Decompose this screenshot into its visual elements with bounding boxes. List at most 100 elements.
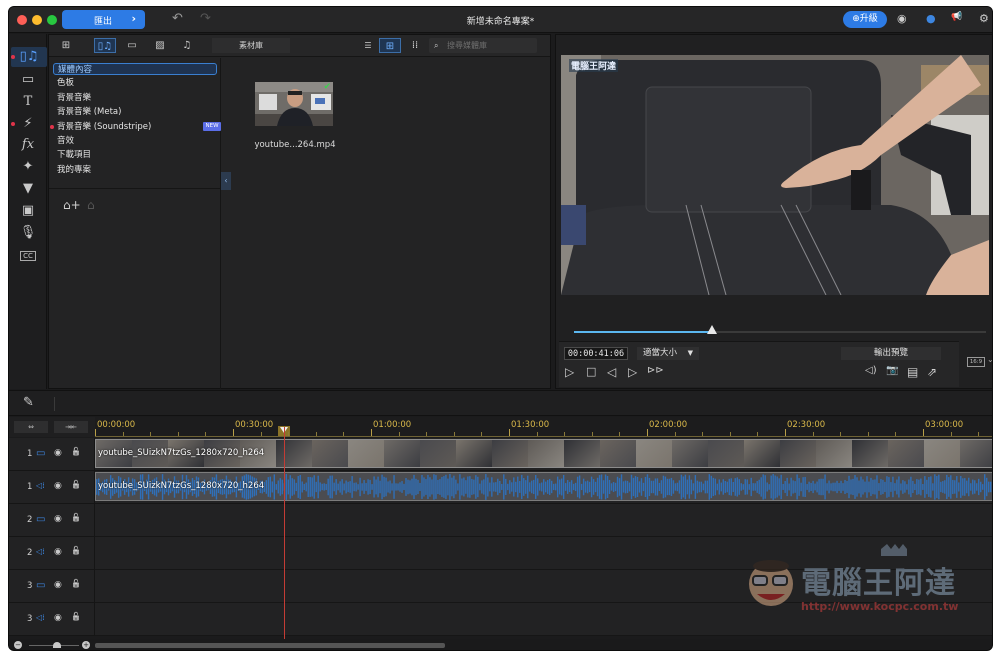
category-item[interactable]: 我的專案 <box>53 164 217 176</box>
remove-tag-icon[interactable]: ⌂ <box>87 198 95 212</box>
category-item[interactable]: 下載項目 <box>53 149 217 161</box>
list-view-icon[interactable]: ☰ <box>357 38 379 53</box>
eye-visibility-icon[interactable]: ◉ <box>54 448 62 458</box>
track-lane-video-1[interactable]: youtube_SUizkN7tzGs_1280x720_h264 <box>95 438 992 471</box>
filter-video-icon[interactable]: ▭ <box>121 38 143 53</box>
category-label: 背景音樂 (Soundstripe) <box>57 121 152 132</box>
collapse-panel-button[interactable]: ‹ <box>221 172 231 190</box>
audio-track-icon[interactable]: ◁⁞ <box>36 613 45 622</box>
search-input[interactable]: ⌕ 搜尋媒體庫 <box>429 38 537 53</box>
media-library-panel: ⊞ ▯♫ ▭ ▨ ♫ 素材庫 ☰ ⊞ ⁞⁞ ⌕ 搜尋媒體庫 ⌂+ ⌂ 媒體內容色… <box>48 34 551 389</box>
notification-dot <box>11 55 15 59</box>
audio-track-icon[interactable]: ◁⁞ <box>36 547 45 556</box>
next-frame-icon[interactable]: ▷ <box>628 365 637 379</box>
zoom-out-icon[interactable]: − <box>14 641 22 649</box>
import-media-icon[interactable]: ⊞ <box>55 38 77 53</box>
chevron-down-icon[interactable]: ⌄ <box>987 355 992 364</box>
playhead-line[interactable] <box>284 427 285 639</box>
rail-item-particle[interactable]: ▼ <box>15 179 41 199</box>
category-item[interactable]: 色板 <box>53 77 217 89</box>
filter-all-media-icon[interactable]: ▯♫ <box>94 38 116 53</box>
rail-item-pip[interactable]: ▣ <box>15 201 41 221</box>
clip-name: youtube_SUizkN7tzGs_1280x720_h264 <box>98 448 265 458</box>
previous-frame-icon[interactable]: ◁ <box>607 365 616 379</box>
audio-clip[interactable]: youtube_SUizkN7tzGs_1280x720_h264 <box>95 472 992 501</box>
eye-visibility-icon[interactable]: ◉ <box>54 481 62 491</box>
rail-item-voiceover[interactable]: 🎙 <box>15 223 41 243</box>
account-icon[interactable]: ◉ <box>897 12 907 25</box>
grid-view-icon[interactable]: ⊞ <box>379 38 401 53</box>
zoom-slider-handle[interactable] <box>53 642 61 648</box>
track-lane-audio-1[interactable]: youtube_SUizkN7tzGs_1280x720_h264 <box>95 471 992 504</box>
eye-visibility-icon[interactable]: ◉ <box>54 613 62 623</box>
filter-audio-icon[interactable]: ♫ <box>176 38 198 53</box>
filter-image-icon[interactable]: ▨ <box>149 38 171 53</box>
upgrade-button[interactable]: ⊕升級 <box>843 11 887 28</box>
timecode-display[interactable]: 00:00:41:06 <box>564 347 628 360</box>
lock-icon[interactable]: 🔓 <box>71 513 81 522</box>
lock-icon[interactable]: 🔓 <box>71 612 81 621</box>
rail-item-media[interactable]: ▯♫ <box>11 47 47 67</box>
timeline-ruler[interactable]: 00:00:00 00:30:00 01:00:00 01:30:00 02:00:00… <box>95 417 992 437</box>
video-track-icon[interactable]: ▭ <box>36 514 45 525</box>
dropdown-arrow-icon: ▼ <box>687 349 693 357</box>
eye-visibility-icon[interactable]: ◉ <box>54 580 62 590</box>
category-item[interactable]: 背景音樂 (Meta) <box>53 106 217 118</box>
category-label: 色板 <box>57 78 75 89</box>
category-item[interactable]: 背景音樂 (Soundstripe) NEW <box>53 121 221 133</box>
rail-item-subtitle[interactable]: CC <box>15 245 41 265</box>
add-tag-icon[interactable]: ⌂+ <box>63 198 81 212</box>
eye-visibility-icon[interactable]: ◉ <box>54 514 62 524</box>
rail-item-effects[interactable]: fx <box>15 135 41 155</box>
horizontal-scrollbar[interactable] <box>95 643 445 648</box>
category-item[interactable]: 音效 <box>53 135 217 147</box>
video-track-icon[interactable]: ▭ <box>36 580 45 591</box>
play-icon[interactable]: ▷ <box>565 365 574 379</box>
lock-icon[interactable]: 🔓 <box>71 447 81 456</box>
subtitle-icon[interactable]: ▤ <box>907 365 918 379</box>
pen-edit-icon[interactable]: ✎ <box>23 395 34 410</box>
settings-gear-icon[interactable]: ⚙ <box>979 12 989 25</box>
notification-bell-icon[interactable]: ● <box>926 12 936 25</box>
output-preview-button[interactable]: 輸出預覽 <box>841 347 941 360</box>
fit-timeline-button[interactable]: ⇔ <box>14 421 48 433</box>
title-bar: 匯出 › ↶ ↷ 新增未命名專案* ⊕升級 ◉ ● 📢 ⚙ <box>9 7 992 33</box>
video-track-icon[interactable]: ▭ <box>36 448 45 459</box>
ruler-label: 02:00:00 <box>649 420 688 430</box>
snapshot-camera-icon[interactable]: 📷 <box>886 365 898 376</box>
lock-icon[interactable]: 🔓 <box>71 480 81 489</box>
audio-track-icon[interactable]: ◁⁞ <box>36 481 45 490</box>
preview-scrubber[interactable] <box>574 325 986 334</box>
category-item[interactable]: 媒體內容 <box>53 63 217 75</box>
imported-check-icon: ✔ <box>323 82 331 92</box>
split-clip-button[interactable]: ⇥⇤ <box>54 421 88 433</box>
popout-window-icon[interactable]: ⇗ <box>927 365 937 379</box>
zoom-in-icon[interactable]: + <box>82 641 90 649</box>
clip-name: youtube_SUizkN7tzGs_1280x720_h264 <box>98 481 265 491</box>
track-header-video-3: 3 ▭ ◉ 🔓 <box>9 570 95 603</box>
volume-icon[interactable]: ◁) <box>865 365 877 376</box>
track-lane-video-2[interactable] <box>95 504 992 537</box>
rail-item-title[interactable]: T <box>15 92 41 112</box>
lock-icon[interactable]: 🔓 <box>71 579 81 588</box>
rail-item-transition[interactable]: ⚡ <box>15 114 41 134</box>
tab-media-library[interactable]: 素材庫 <box>212 38 290 53</box>
media-thumbnail[interactable]: ✔ <box>255 82 333 126</box>
lock-icon[interactable]: 🔓 <box>71 546 81 555</box>
clip-frame <box>564 440 600 467</box>
stop-icon[interactable]: □ <box>586 365 596 378</box>
zoom-fit-select[interactable]: 適當大小 ▼ <box>637 347 699 360</box>
rail-item-templates[interactable]: ▭ <box>15 70 41 90</box>
announcement-icon[interactable]: 📢 <box>951 12 962 22</box>
rail-item-overlay[interactable]: ✦ <box>15 157 41 177</box>
eye-visibility-icon[interactable]: ◉ <box>54 547 62 557</box>
video-clip[interactable]: youtube_SUizkN7tzGs_1280x720_h264 <box>95 439 992 468</box>
scrubber-handle[interactable] <box>707 325 718 334</box>
category-item[interactable]: 背景音樂 <box>53 92 217 104</box>
ruler-tick <box>509 429 510 436</box>
fast-forward-icon[interactable]: ⊳⊳ <box>647 365 664 376</box>
overlay-icon: ✦ <box>22 159 34 174</box>
large-grid-view-icon[interactable]: ⁞⁞ <box>404 38 426 53</box>
aspect-ratio-button[interactable]: 16:9 <box>967 357 985 367</box>
particle-icon: ▼ <box>23 181 33 196</box>
